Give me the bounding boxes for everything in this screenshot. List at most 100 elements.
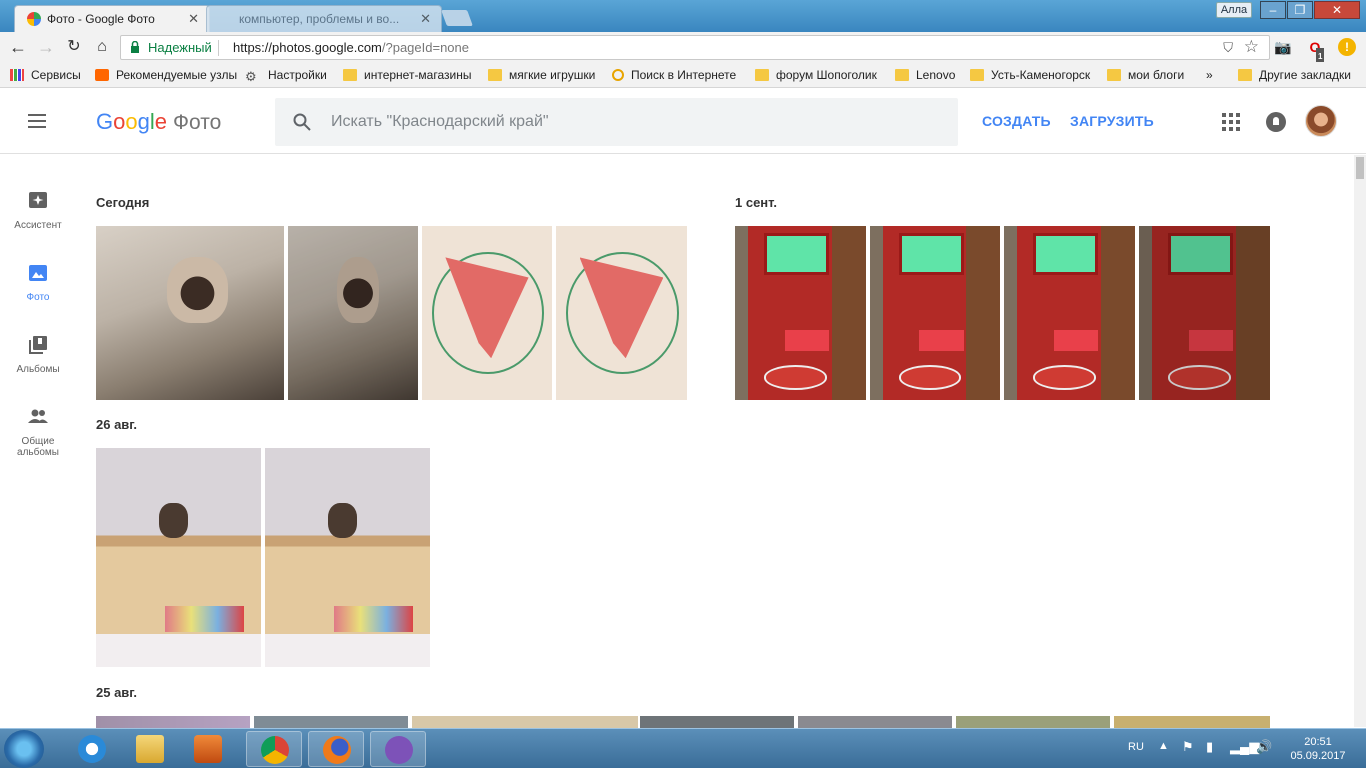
bookmark-folder[interactable]: Lenovo — [895, 67, 955, 83]
logo-product-name: Фото — [173, 111, 222, 134]
language-indicator[interactable]: RU — [1128, 741, 1144, 753]
photo-thumbnail[interactable] — [412, 716, 638, 728]
photo-thumbnail[interactable] — [265, 448, 430, 667]
address-bar[interactable]: Надежный https://photos.google.com/?page… — [120, 35, 1270, 60]
power-icon[interactable]: ▮ — [1206, 739, 1213, 755]
photo-thumbnail[interactable] — [870, 226, 1000, 400]
tab-google-photos[interactable]: Фото - Google Фото ✕ — [14, 5, 210, 32]
create-button[interactable]: СОЗДАТЬ — [982, 113, 1051, 129]
photo-thumbnail[interactable] — [288, 226, 418, 400]
search-input[interactable] — [331, 111, 931, 133]
tab-close-icon[interactable]: ✕ — [188, 11, 199, 27]
maximize-button[interactable]: ❐ — [1287, 1, 1313, 19]
photo-thumbnail[interactable] — [798, 716, 952, 728]
sidebar-item-label: Фото — [26, 292, 50, 303]
taskbar-ie[interactable] — [64, 731, 120, 767]
tab-close-icon[interactable]: ✕ — [420, 11, 431, 27]
bookmark-search[interactable]: Поиск в Интернете — [612, 67, 736, 83]
tray-expand-icon[interactable]: ▲ — [1158, 740, 1169, 752]
sidebar-item-photos[interactable]: Фото — [0, 263, 76, 303]
forward-arrow-icon[interactable]: → — [36, 37, 56, 57]
camera-extension-icon[interactable]: 📷 — [1274, 38, 1292, 56]
home-icon[interactable]: ⌂ — [92, 37, 112, 57]
back-arrow-icon[interactable]: ← — [8, 37, 28, 57]
bookmark-label: мои блоги — [1128, 68, 1185, 82]
taskbar-media-player[interactable] — [180, 731, 236, 767]
taskbar-viber[interactable] — [370, 731, 426, 767]
other-bookmarks[interactable]: Другие закладки — [1238, 67, 1351, 83]
sidebar-item-assistant[interactable]: Ассистент — [0, 191, 76, 231]
sidebar-item-label: Альбомы — [16, 364, 60, 375]
bookmark-label: Усть-Каменогорск — [991, 68, 1091, 82]
logo-letter: g — [137, 109, 150, 134]
bookmark-label: Lenovo — [916, 68, 956, 82]
section-date: Сегодня — [96, 195, 150, 210]
photo-thumbnail[interactable] — [640, 716, 794, 728]
profile-button[interactable]: Алла — [1216, 2, 1252, 18]
bookmark-folder[interactable]: мои блоги — [1107, 67, 1184, 83]
reload-icon[interactable]: ↻ — [64, 37, 84, 57]
bookmark-apps[interactable]: Сервисы — [10, 67, 81, 83]
search-box[interactable] — [275, 98, 958, 146]
google-apps-icon[interactable] — [1222, 113, 1240, 131]
volume-icon[interactable]: 🔊 — [1256, 739, 1272, 755]
tab-inactive[interactable]: компьютер, проблемы и во... ✕ — [206, 5, 442, 32]
photo-thumbnail[interactable] — [1004, 226, 1135, 400]
logo-letter: G — [96, 109, 114, 134]
opera-extension-icon[interactable]: O1 — [1306, 38, 1325, 66]
bookmarks-overflow-button[interactable]: » — [1206, 67, 1213, 83]
photo-thumbnail[interactable] — [96, 448, 261, 667]
photo-thumbnail[interactable] — [956, 716, 1110, 728]
browser-titlebar: Фото - Google Фото ✕ компьютер, проблемы… — [0, 0, 1366, 32]
system-clock[interactable]: 20:51 05.09.2017 — [1290, 735, 1346, 763]
bookmark-label: интернет-магазины — [364, 68, 472, 82]
internet-explorer-icon — [78, 735, 106, 763]
photo-thumbnail[interactable] — [254, 716, 408, 728]
photo-thumbnail[interactable] — [556, 226, 687, 400]
sidebar-item-shared-albums[interactable]: Общие альбомы — [0, 407, 76, 458]
photo-thumbnail[interactable] — [422, 226, 552, 400]
google-photos-logo[interactable]: Google Фото — [96, 109, 221, 135]
photo-thumbnail[interactable] — [96, 716, 250, 728]
bookmark-label: форум Шопоголик — [776, 68, 877, 82]
menu-icon[interactable] — [28, 114, 48, 130]
bookmark-suggested[interactable]: Рекомендуемые узлы — [95, 67, 237, 83]
folder-icon — [1238, 69, 1252, 81]
photo-thumbnail[interactable] — [96, 226, 284, 400]
taskbar-chrome[interactable] — [246, 731, 302, 767]
shield-icon[interactable]: ⛉ — [1223, 40, 1233, 56]
start-button[interactable] — [4, 730, 44, 768]
folder-icon — [136, 735, 164, 763]
bookmark-star-icon[interactable]: ☆ — [1244, 37, 1259, 57]
update-alert-icon[interactable]: ! — [1338, 38, 1356, 56]
url-text: https://photos.google.com/?pageId=none — [233, 40, 469, 55]
bookmark-folder[interactable]: форум Шопоголик — [755, 67, 877, 83]
photo-thumbnail[interactable] — [1139, 226, 1270, 400]
tab-title: компьютер, проблемы и во... — [239, 12, 400, 26]
avatar[interactable] — [1305, 105, 1337, 137]
bookmark-label: Поиск в Интернете — [631, 68, 737, 82]
search-globe-icon — [612, 69, 624, 81]
sidebar-item-albums[interactable]: Альбомы — [0, 335, 76, 375]
scrollbar-thumb[interactable] — [1356, 157, 1364, 179]
close-window-button[interactable]: ✕ — [1314, 1, 1360, 19]
bookmark-folder[interactable]: интернет-магазины — [343, 67, 471, 83]
minimize-button[interactable]: – — [1260, 1, 1286, 19]
folder-icon — [970, 69, 984, 81]
section-date: 1 сент. — [735, 195, 777, 210]
new-tab-button[interactable] — [441, 10, 473, 26]
photo-thumbnail[interactable] — [735, 226, 866, 400]
bookmark-folder[interactable]: Усть-Каменогорск — [970, 67, 1090, 83]
bookmark-folder[interactable]: мягкие игрушки — [488, 67, 595, 83]
taskbar-explorer[interactable] — [122, 731, 178, 767]
google-photos-favicon-icon — [27, 12, 41, 26]
taskbar-firefox[interactable] — [308, 731, 364, 767]
upload-button[interactable]: ЗАГРУЗИТЬ — [1070, 113, 1154, 129]
network-signal-icon[interactable]: ▂▄▆ — [1230, 739, 1259, 755]
action-center-flag-icon[interactable]: ⚑ — [1182, 739, 1194, 755]
folder-icon — [755, 69, 769, 81]
notifications-bell-icon[interactable] — [1266, 112, 1286, 132]
page-scrollbar[interactable] — [1354, 155, 1366, 727]
photo-thumbnail[interactable] — [1114, 716, 1270, 728]
bookmark-label: Настройки — [268, 68, 327, 82]
